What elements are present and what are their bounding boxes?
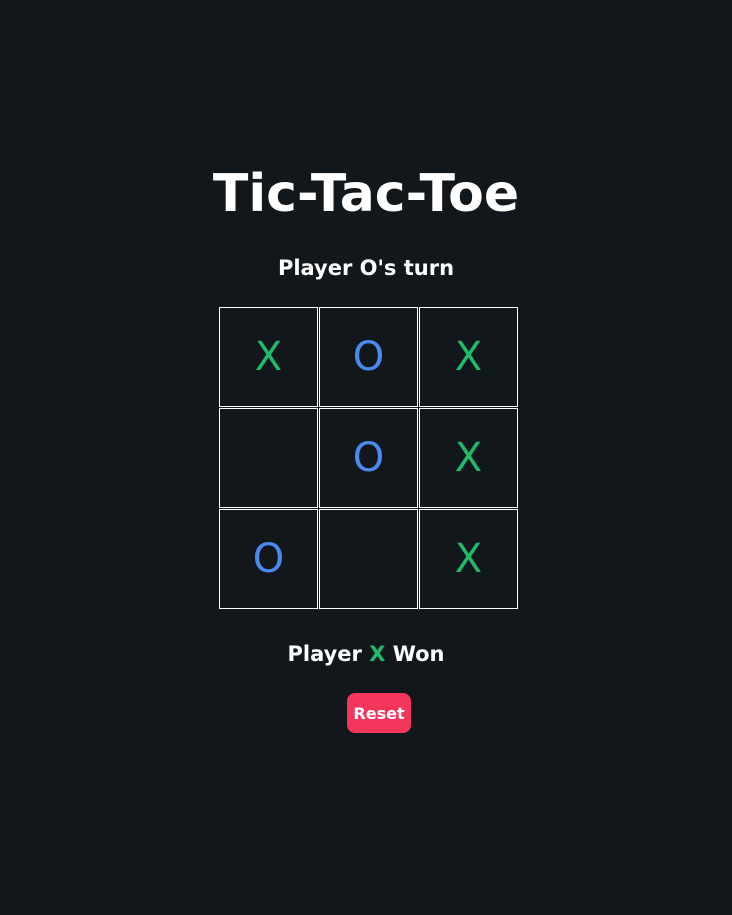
board-cell-8[interactable] (319, 509, 418, 609)
game-board: X O X O X O X (219, 307, 519, 610)
result-suffix: Won (392, 642, 445, 666)
board-cell-4[interactable] (219, 408, 318, 508)
result-prefix: Player (287, 642, 362, 666)
result-message: Player X Won (0, 640, 732, 668)
board-cell-9[interactable]: X (419, 509, 518, 609)
board-cell-3[interactable]: X (419, 307, 518, 407)
result-winner: X (369, 642, 386, 666)
turn-indicator: Player O's turn (277, 256, 455, 280)
board-cell-1[interactable]: X (219, 307, 318, 407)
game-title: Tic-Tac-Toe (212, 164, 520, 224)
board-cell-7[interactable]: O (219, 509, 318, 609)
reset-button[interactable]: Reset (347, 693, 411, 733)
board-cell-5[interactable]: O (319, 408, 418, 508)
board-cell-6[interactable]: X (419, 408, 518, 508)
board-cell-2[interactable]: O (319, 307, 418, 407)
